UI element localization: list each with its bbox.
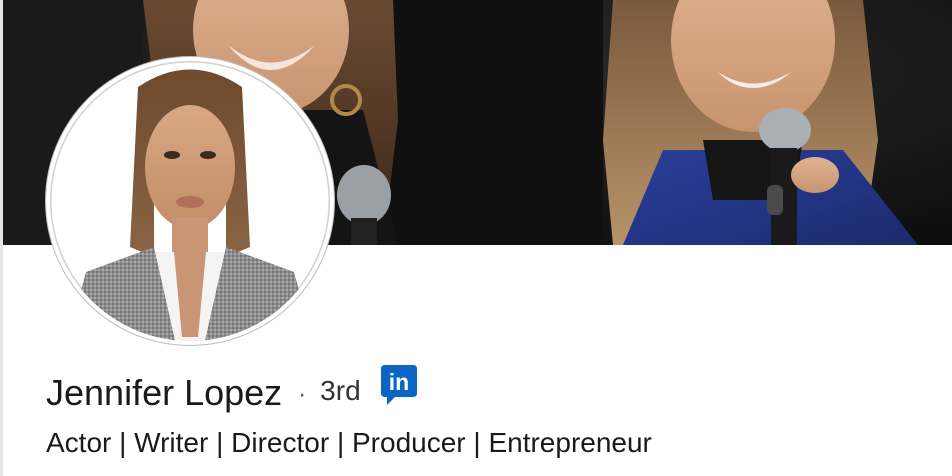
avatar-photo [50,61,330,341]
profile-card: Jennifer Lopez · 3rd in Actor | Writer |… [0,0,952,476]
connection-degree: 3rd [320,375,361,406]
separator-dot: · [298,381,307,408]
profile-headline: Actor | Writer | Director | Producer | E… [46,427,652,458]
profile-name: Jennifer Lopez [46,372,283,413]
linkedin-badge-text: in [388,369,408,395]
profile-avatar[interactable] [46,57,334,345]
name-row: Jennifer Lopez · 3rd in [46,365,417,420]
linkedin-logo-icon: in [380,365,417,405]
